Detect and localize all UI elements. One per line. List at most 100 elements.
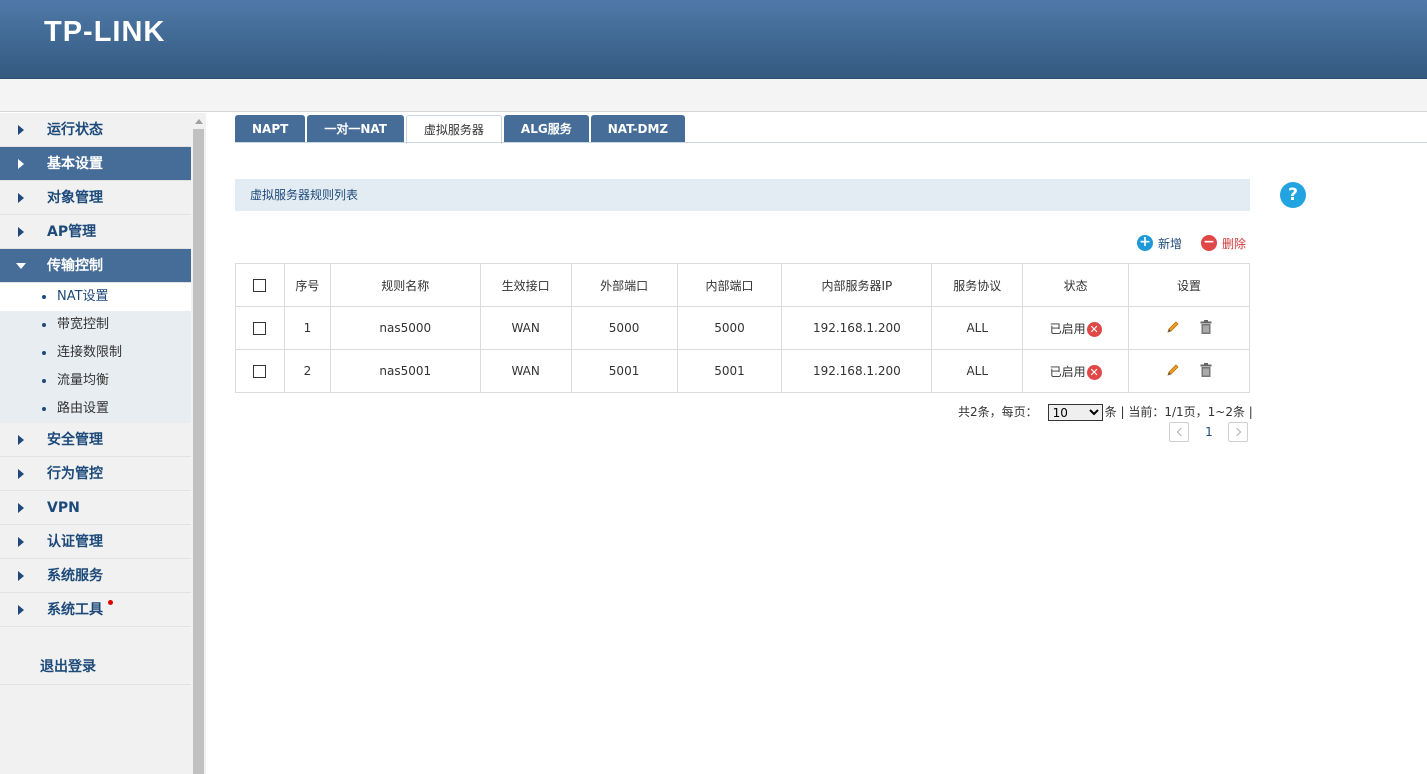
sub-bar <box>0 79 1427 112</box>
disable-x-icon[interactable]: ✕ <box>1086 364 1102 380</box>
cell-protocol: ALL <box>931 349 1024 393</box>
sidebar-item-label: 安全管理 <box>47 432 103 448</box>
tab-one-to-one-nat[interactable]: 一对一NAT <box>307 115 404 143</box>
tab-alg-service[interactable]: ALG服务 <box>503 115 589 143</box>
prev-page-button[interactable] <box>1169 422 1189 442</box>
cell-int-port: 5001 <box>676 349 783 393</box>
table-header-row: 序号 规则名称 生效接口 外部端口 内部端口 内部服务器IP 服务协议 状态 设… <box>235 263 1250 307</box>
arrow-right-icon <box>18 435 24 445</box>
trash-icon[interactable] <box>1200 319 1212 337</box>
sidebar-item-label: AP管理 <box>47 224 97 240</box>
sidebar-item-ap-management[interactable]: AP管理 <box>0 215 191 249</box>
cell-name: nas5001 <box>329 349 481 393</box>
arrow-right-icon <box>18 227 24 237</box>
chevron-right-icon <box>1232 427 1242 437</box>
scroll-up-icon[interactable] <box>195 119 203 124</box>
edit-pencil-icon[interactable] <box>1166 320 1180 337</box>
submenu-item-load-balance[interactable]: 流量均衡 <box>0 367 191 395</box>
cell-settings <box>1128 349 1250 393</box>
sidebar-scrollbar[interactable] <box>191 113 206 774</box>
arrow-right-icon <box>18 571 24 581</box>
sidebar-item-status[interactable]: 运行状态 <box>0 113 191 147</box>
tab-divider <box>235 142 1427 143</box>
cell-protocol: ALL <box>931 306 1024 350</box>
tab-napt[interactable]: NAPT <box>235 115 306 143</box>
next-page-button[interactable] <box>1228 422 1248 442</box>
arrow-right-icon <box>18 125 24 135</box>
submenu-item-nat-settings[interactable]: NAT设置 <box>0 283 191 311</box>
cell-index: 2 <box>283 349 331 393</box>
bullet-icon <box>42 323 46 327</box>
submenu-item-bandwidth-control[interactable]: 带宽控制 <box>0 311 191 339</box>
tab-nat-dmz[interactable]: NAT-DMZ <box>590 115 686 143</box>
submenu-item-label: 路由设置 <box>57 401 110 416</box>
tab-virtual-server[interactable]: 虚拟服务器 <box>405 115 502 144</box>
sidebar-item-behavior-control[interactable]: 行为管控 <box>0 457 191 491</box>
submenu-transmission: NAT设置 带宽控制 连接数限制 流量均衡 路由设置 <box>0 283 191 423</box>
arrow-right-icon <box>18 469 24 479</box>
select-all-checkbox[interactable] <box>253 279 267 292</box>
arrow-right-icon <box>18 605 24 615</box>
pagination-total: 共2条，每页： <box>958 405 1038 419</box>
bullet-icon <box>42 407 46 411</box>
edit-pencil-icon[interactable] <box>1166 363 1180 380</box>
sidebar-item-object-management[interactable]: 对象管理 <box>0 181 191 215</box>
bullet-icon <box>42 379 46 383</box>
submenu-item-label: 带宽控制 <box>57 317 110 332</box>
submenu-item-label: 连接数限制 <box>57 345 123 360</box>
sidebar-item-authentication[interactable]: 认证管理 <box>0 525 191 559</box>
help-icon[interactable]: ? <box>1280 182 1306 208</box>
section-title: 虚拟服务器规则列表 <box>235 179 1250 211</box>
submenu-item-connection-limit[interactable]: 连接数限制 <box>0 339 191 367</box>
scroll-thumb[interactable] <box>193 129 204 774</box>
cell-index: 1 <box>283 306 331 350</box>
row-checkbox[interactable] <box>253 322 267 335</box>
column-header: 序号 <box>283 263 331 307</box>
notification-dot-icon <box>108 600 113 605</box>
delete-button[interactable]: − 删除 <box>1201 234 1246 254</box>
cell-ext-port: 5001 <box>570 349 678 393</box>
column-header: 内部端口 <box>676 263 783 307</box>
sidebar-item-label: 传输控制 <box>47 258 103 274</box>
cell-ip: 192.168.1.200 <box>781 349 933 393</box>
chevron-left-icon <box>1176 427 1186 437</box>
sidebar-item-security[interactable]: 安全管理 <box>0 423 191 457</box>
bullet-icon <box>42 351 46 355</box>
cell-ip: 192.168.1.200 <box>781 306 933 350</box>
arrow-right-icon <box>18 537 24 547</box>
trash-icon[interactable] <box>1200 362 1212 380</box>
sidebar-item-vpn[interactable]: VPN <box>0 491 191 525</box>
logout-button[interactable]: 退出登录 <box>0 650 191 685</box>
disable-x-icon[interactable]: ✕ <box>1086 321 1102 337</box>
cell-ext-port: 5000 <box>570 306 678 350</box>
row-checkbox[interactable] <box>253 365 267 378</box>
table-row: 2 nas5001 WAN 5001 5001 192.168.1.200 AL… <box>235 349 1250 393</box>
bullet-icon <box>42 295 46 299</box>
cell-int-port: 5000 <box>676 306 783 350</box>
per-page-select[interactable]: 10 <box>1047 403 1103 421</box>
sidebar-item-label: 对象管理 <box>47 190 103 206</box>
sidebar-item-transmission-control[interactable]: 传输控制 <box>0 249 191 283</box>
sidebar-item-basic-settings[interactable]: 基本设置 <box>0 147 191 181</box>
column-header: 内部服务器IP <box>781 263 933 307</box>
row-select-cell <box>235 349 285 393</box>
table-row: 1 nas5000 WAN 5000 5000 192.168.1.200 AL… <box>235 306 1250 350</box>
sidebar-item-label: 系统工具 <box>47 602 103 618</box>
column-header: 设置 <box>1128 263 1250 307</box>
submenu-item-routing[interactable]: 路由设置 <box>0 395 191 423</box>
add-button[interactable]: + 新增 <box>1137 234 1182 254</box>
arrow-down-icon <box>16 263 26 269</box>
add-label: 新增 <box>1158 237 1183 251</box>
pagination-summary: 条 | 当前：1/1页，1~2条 | <box>1104 405 1253 419</box>
status-label: 已启用 <box>1049 364 1086 379</box>
column-header: 规则名称 <box>329 263 481 307</box>
header-select-all <box>235 263 285 307</box>
header: TP-LINK <box>0 0 1427 79</box>
page-number[interactable]: 1 <box>1199 422 1219 442</box>
arrow-right-icon <box>18 193 24 203</box>
column-header: 外部端口 <box>570 263 678 307</box>
sidebar-item-system-services[interactable]: 系统服务 <box>0 559 191 593</box>
submenu-item-label: 流量均衡 <box>57 373 110 388</box>
column-header: 生效接口 <box>479 263 572 307</box>
sidebar-item-system-tools[interactable]: 系统工具 <box>0 593 191 627</box>
